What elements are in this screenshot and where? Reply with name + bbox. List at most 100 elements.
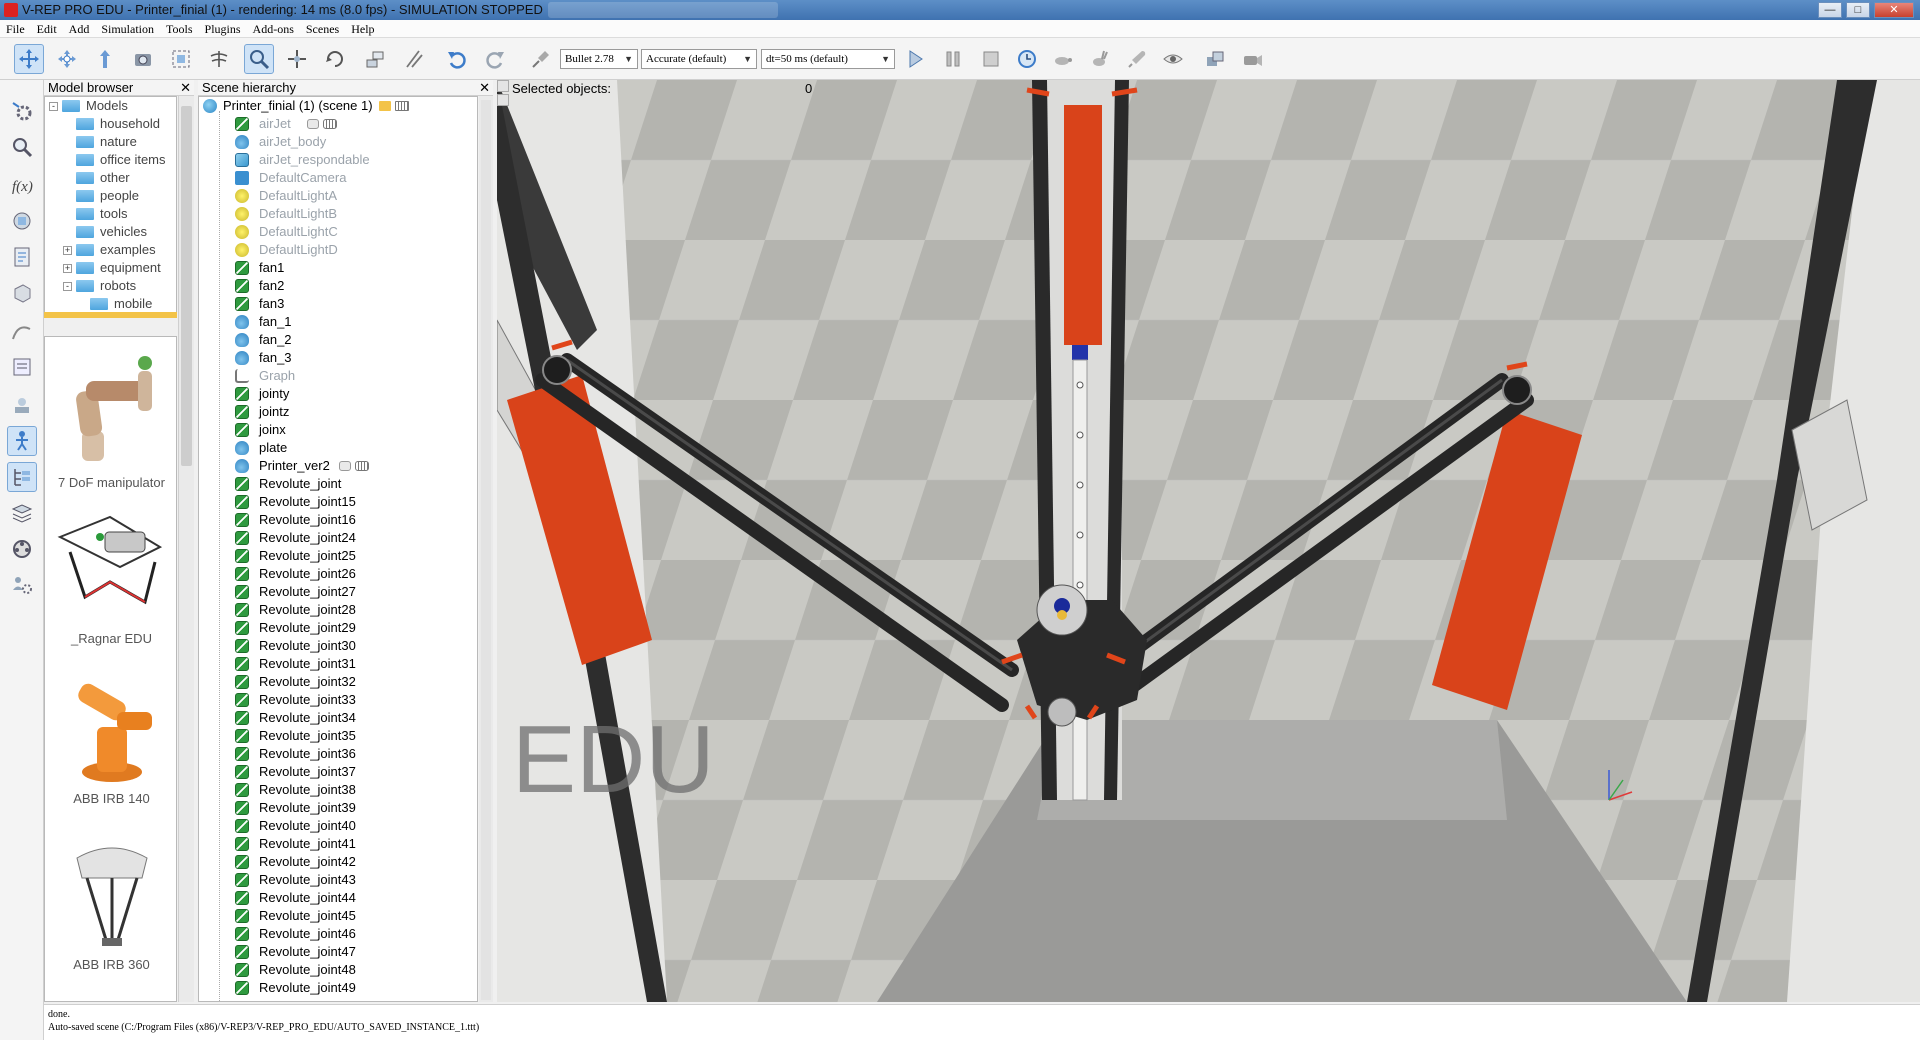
close-button[interactable]: ✕	[1874, 2, 1914, 18]
collapse-icon[interactable]: -	[63, 282, 72, 292]
hierarchy-item[interactable]: Revolute_joint31	[199, 655, 477, 673]
object-select-button[interactable]	[244, 44, 274, 74]
hierarchy-item[interactable]: Revolute_joint40	[199, 817, 477, 835]
minimize-button[interactable]: —	[1818, 2, 1842, 18]
hierarchy-item[interactable]: Revolute_joint15	[199, 493, 477, 511]
hierarchy-item[interactable]: Graph	[199, 367, 477, 385]
object-shift-button[interactable]	[282, 44, 312, 74]
customization-icon[interactable]	[355, 461, 369, 471]
close-icon[interactable]: ✕	[180, 80, 191, 96]
hierarchy-item[interactable]: Revolute_joint34	[199, 709, 477, 727]
fit-to-view-button[interactable]	[166, 44, 196, 74]
model-folder-other[interactable]: other	[63, 169, 130, 187]
model-thumb-7dof[interactable]: 7 DoF manipulator	[45, 341, 176, 490]
model-folder-people[interactable]: people	[63, 187, 139, 205]
menu-simulation[interactable]: Simulation	[95, 20, 160, 38]
page-selector-button[interactable]	[1238, 44, 1268, 74]
hierarchy-item[interactable]: plate	[199, 439, 477, 457]
model-thumb-abb-irb360[interactable]: ABB IRB 360	[45, 833, 176, 972]
menu-addons[interactable]: Add-ons	[247, 20, 300, 38]
model-browser-scrollbar[interactable]	[178, 96, 194, 1002]
hierarchy-item[interactable]: fan3	[199, 295, 477, 313]
model-thumb-ragnar[interactable]: _Ragnar EDU	[45, 507, 176, 646]
hierarchy-item[interactable]: airJet	[199, 115, 477, 133]
user-settings-button[interactable]	[7, 570, 37, 600]
model-thumb-abb-irb140[interactable]: ABB IRB 140	[45, 667, 176, 806]
hierarchy-item[interactable]: Revolute_joint37	[199, 763, 477, 781]
model-folder-vehicles[interactable]: vehicles	[63, 223, 147, 241]
hierarchy-scrollbar[interactable]	[479, 96, 493, 1002]
timestep-select[interactable]: dt=50 ms (default) ▼	[761, 49, 895, 69]
path-edit-button[interactable]	[7, 316, 37, 346]
layers-visibility-button[interactable]	[7, 498, 37, 528]
collapse-icon[interactable]: -	[49, 102, 58, 112]
hierarchy-item[interactable]: DefaultLightD	[199, 241, 477, 259]
simulation-settings-button[interactable]	[7, 96, 37, 126]
hierarchy-item[interactable]: joinx	[199, 421, 477, 439]
start-simulation-button[interactable]	[900, 44, 930, 74]
hierarchy-item[interactable]: Revolute_joint16	[199, 511, 477, 529]
dynamics-settings-button[interactable]	[526, 44, 556, 74]
hierarchy-item[interactable]: fan_3	[199, 349, 477, 367]
hierarchy-item[interactable]: Revolute_joint32	[199, 673, 477, 691]
model-folder-household[interactable]: household	[63, 115, 160, 133]
customization-icon[interactable]	[395, 101, 409, 111]
camera-pan-button[interactable]	[14, 44, 44, 74]
transfer-dna-button[interactable]	[398, 44, 428, 74]
object-properties-button[interactable]	[7, 132, 37, 162]
scene-viewport[interactable]: EDU	[497, 80, 1920, 1002]
hierarchy-item[interactable]: jointz	[199, 403, 477, 421]
hierarchy-item[interactable]: DefaultLightC	[199, 223, 477, 241]
real-time-button[interactable]	[1012, 44, 1042, 74]
hierarchy-item[interactable]: Revolute_joint33	[199, 691, 477, 709]
scene-selector-button[interactable]	[1200, 44, 1230, 74]
model-folder-nature[interactable]: nature	[63, 133, 137, 151]
scrollbar-thumb[interactable]	[181, 106, 192, 466]
model-browser-toggle-button[interactable]	[7, 426, 37, 456]
menu-add[interactable]: Add	[63, 20, 96, 38]
maximize-button[interactable]: □	[1846, 2, 1870, 18]
hierarchy-item[interactable]: fan2	[199, 277, 477, 295]
object-rotate-button[interactable]	[320, 44, 350, 74]
hierarchy-item[interactable]: Revolute_joint42	[199, 853, 477, 871]
calculation-modules-button[interactable]: f(x)	[7, 170, 37, 200]
hierarchy-item[interactable]: Revolute_joint48	[199, 961, 477, 979]
hierarchy-item[interactable]: Printer_ver2	[199, 457, 477, 475]
hierarchy-item[interactable]: Revolute_joint44	[199, 889, 477, 907]
hierarchy-item[interactable]: Revolute_joint36	[199, 745, 477, 763]
customization-icon[interactable]	[323, 119, 337, 129]
video-recorder-button[interactable]	[7, 534, 37, 564]
hierarchy-item[interactable]: DefaultLightA	[199, 187, 477, 205]
menu-edit[interactable]: Edit	[31, 20, 63, 38]
slow-down-button[interactable]	[1048, 44, 1078, 74]
hierarchy-item[interactable]: DefaultCamera	[199, 169, 477, 187]
hierarchy-item[interactable]: Revolute_joint41	[199, 835, 477, 853]
pause-simulation-button[interactable]	[938, 44, 968, 74]
menu-help[interactable]: Help	[345, 20, 380, 38]
close-icon[interactable]: ✕	[479, 80, 490, 96]
viewport-corner-handle[interactable]	[497, 94, 509, 106]
hierarchy-item[interactable]: jointy	[199, 385, 477, 403]
viewport-corner-handle[interactable]	[497, 80, 509, 92]
redo-button[interactable]	[480, 44, 510, 74]
menu-file[interactable]: File	[0, 20, 31, 38]
hierarchy-item[interactable]: Revolute_joint43	[199, 871, 477, 889]
model-folder-tools[interactable]: tools	[63, 205, 127, 223]
scripts-button[interactable]	[7, 242, 37, 272]
expand-icon[interactable]: +	[63, 264, 72, 274]
menu-plugins[interactable]: Plugins	[199, 20, 247, 38]
shape-edit-button[interactable]	[7, 278, 37, 308]
hierarchy-item[interactable]: Revolute_joint30	[199, 637, 477, 655]
assemble-button[interactable]	[360, 44, 390, 74]
hierarchy-item[interactable]: Revolute_joint	[199, 475, 477, 493]
accuracy-select[interactable]: Accurate (default) ▼	[641, 49, 757, 69]
hierarchy-item[interactable]: fan_1	[199, 313, 477, 331]
collections-button[interactable]	[7, 206, 37, 236]
thread-rendering-button[interactable]	[1122, 44, 1152, 74]
script-icon[interactable]	[307, 119, 319, 129]
model-folder-equipment[interactable]: + equipment	[63, 259, 161, 277]
camera-opening-button[interactable]	[128, 44, 158, 74]
script-icon[interactable]	[339, 461, 351, 471]
hierarchy-item[interactable]: Revolute_joint39	[199, 799, 477, 817]
menu-tools[interactable]: Tools	[160, 20, 199, 38]
